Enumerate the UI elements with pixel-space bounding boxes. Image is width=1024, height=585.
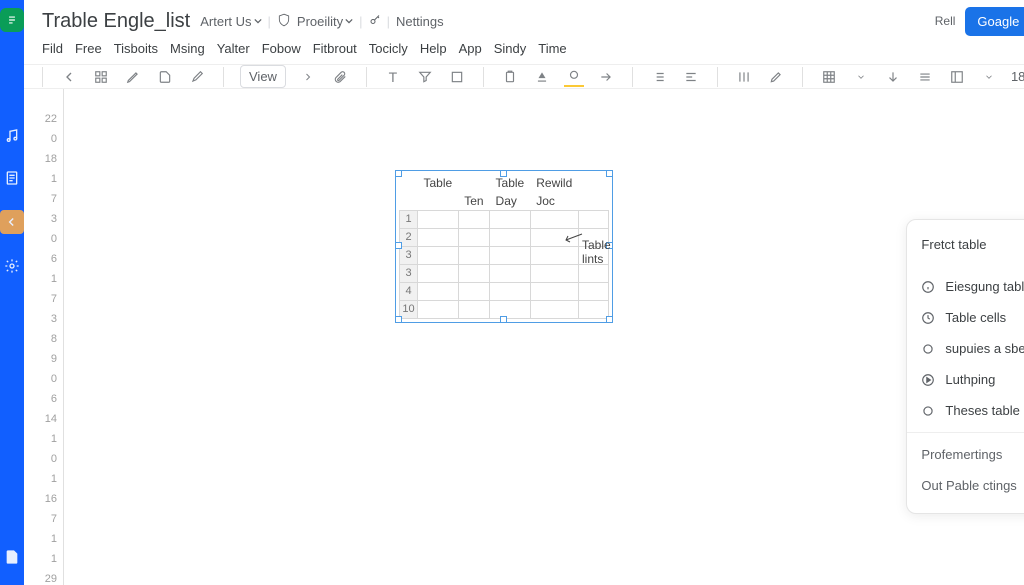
menu-yalter[interactable]: Yalter <box>217 41 250 56</box>
menu-fild[interactable]: Fild <box>42 41 63 56</box>
file-plus-icon[interactable] <box>155 67 175 87</box>
menu-free[interactable]: Free <box>75 41 102 56</box>
back-icon[interactable] <box>0 210 24 234</box>
attach-icon[interactable] <box>330 67 350 87</box>
vertical-ruler: 220181 7306 1738 90614 10116 71129 <box>24 89 64 585</box>
nettings-label[interactable]: Nettings <box>396 14 444 29</box>
menu-time[interactable]: Time <box>538 41 566 56</box>
table-icon[interactable] <box>819 67 839 87</box>
menu-sindy[interactable]: Sindy <box>494 41 527 56</box>
chevron-down-icon[interactable] <box>851 67 871 87</box>
underline-triangle-icon[interactable] <box>532 67 552 87</box>
main-area: Trable Engle_list Artert Us | Proeility … <box>24 0 1024 585</box>
underline-circle-icon[interactable] <box>564 67 584 87</box>
header: Trable Engle_list Artert Us | Proeility … <box>24 0 1024 64</box>
menu-tisboits[interactable]: Tisboits <box>114 41 158 56</box>
table-row: 3 <box>400 246 609 264</box>
panel-item[interactable]: Eiesgung table <box>907 271 1024 302</box>
toolbar: View T 18 <box>24 64 1024 89</box>
lines-icon[interactable] <box>915 67 935 87</box>
back-arrow-icon[interactable] <box>59 67 79 87</box>
panel-subitem[interactable]: Out Pable ctings <box>907 470 1024 501</box>
shield-icon[interactable] <box>277 13 291 30</box>
menu-msing[interactable]: Msing <box>170 41 205 56</box>
view-dropdown[interactable]: View <box>240 65 286 88</box>
app-logo[interactable] <box>0 8 24 32</box>
file-icon[interactable] <box>2 547 22 567</box>
doc-icon[interactable] <box>2 168 22 188</box>
pencil-icon[interactable] <box>123 67 143 87</box>
arrow-right-icon[interactable] <box>596 67 616 87</box>
clipboard-icon[interactable] <box>500 67 520 87</box>
info-icon <box>921 280 935 294</box>
clock-icon <box>921 311 935 325</box>
highlighter-icon[interactable] <box>766 67 786 87</box>
key-icon[interactable] <box>369 14 381 29</box>
music-icon[interactable] <box>2 126 22 146</box>
layout-icon[interactable] <box>947 67 967 87</box>
table-callout: Table lints <box>582 238 611 266</box>
panel-title: Fretct table <box>921 237 986 252</box>
table-row: 1 <box>400 210 609 228</box>
table-row: 4 <box>400 282 609 300</box>
menu-tocicly[interactable]: Tocicly <box>369 41 408 56</box>
document-title[interactable]: Trable Engle_list <box>42 10 190 33</box>
page[interactable]: Table Table Rewild Ten Day Joc 1 2 3 <box>64 89 1024 585</box>
bars-icon[interactable] <box>734 67 754 87</box>
grid-icon[interactable] <box>91 67 111 87</box>
square-icon[interactable] <box>447 67 467 87</box>
menubar: Fild Free Tisboits Msing Yalter Fobow Fi… <box>42 36 1024 64</box>
arrow-down-icon[interactable] <box>883 67 903 87</box>
align-icon[interactable] <box>681 67 701 87</box>
circle-icon <box>921 342 935 356</box>
circle-icon <box>921 404 935 418</box>
table-selection[interactable]: Table Table Rewild Ten Day Joc 1 2 3 <box>399 174 609 319</box>
chip-proeility[interactable]: Proeility <box>297 14 353 29</box>
chevron-right-icon[interactable] <box>298 67 318 87</box>
zoom-value[interactable]: 18 <box>1011 69 1024 84</box>
menu-app[interactable]: App <box>459 41 482 56</box>
panel-item[interactable]: Luthping <box>907 364 1024 395</box>
table-row: 3 <box>400 264 609 282</box>
side-panel: Fretct table ✕ Eiesgung table Table cell… <box>906 219 1024 514</box>
canvas: 220181 7306 1738 90614 10116 71129 Table… <box>24 89 1024 585</box>
menu-help[interactable]: Help <box>420 41 447 56</box>
left-rail <box>0 0 24 585</box>
gear-icon[interactable] <box>2 256 22 276</box>
panel-item[interactable]: Theses table <box>907 395 1024 426</box>
menu-fitbrout[interactable]: Fitbrout <box>313 41 357 56</box>
chip-artert[interactable]: Artert Us <box>200 14 261 29</box>
type-icon[interactable]: T <box>383 67 403 87</box>
menu-fobow[interactable]: Fobow <box>262 41 301 56</box>
list-numbered-icon[interactable] <box>649 67 669 87</box>
brush-icon[interactable] <box>187 67 207 87</box>
rell-label[interactable]: Rell <box>935 14 956 28</box>
panel-item[interactable]: supuies a sbert <box>907 333 1024 364</box>
chevron-down-icon[interactable] <box>979 67 999 87</box>
panel-subitem[interactable]: Profemertings <box>907 439 1024 470</box>
google-button[interactable]: Goagle I a <box>965 7 1024 36</box>
play-icon <box>921 373 935 387</box>
filter-icon[interactable] <box>415 67 435 87</box>
panel-item[interactable]: Table cells <box>907 302 1024 333</box>
